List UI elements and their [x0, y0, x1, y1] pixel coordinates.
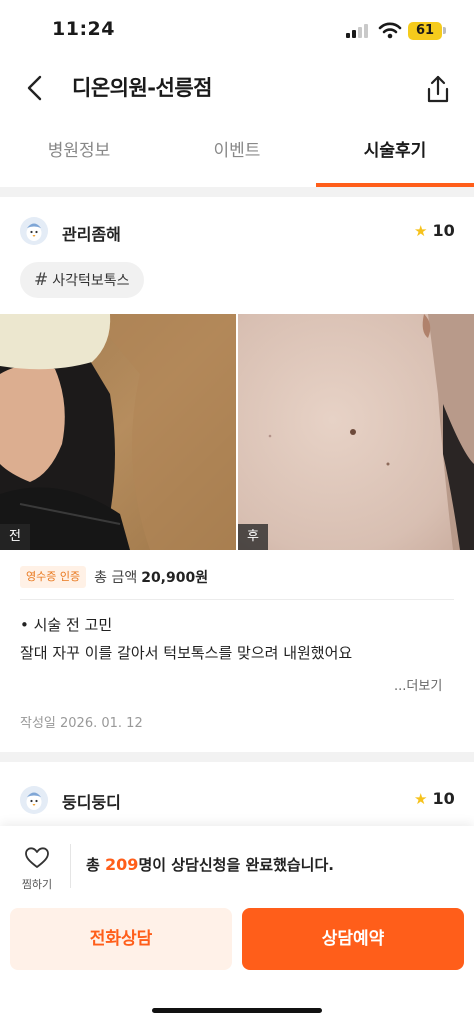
avatar — [20, 217, 48, 245]
bottom-action-bar: 찜하기 총 209명이 상담신청을 완료했습니다. 전화상담 상담예약 — [0, 826, 474, 1024]
price-label: 총 금액 — [94, 570, 138, 586]
rating-value: 10 — [432, 789, 455, 808]
review-divider — [20, 599, 454, 600]
home-indicator[interactable] — [152, 1008, 322, 1013]
star-icon: ★ — [414, 222, 428, 240]
reserve-consult-button[interactable]: 상담예약 — [242, 908, 464, 970]
status-time: 11:24 — [52, 18, 115, 40]
section-divider — [0, 187, 474, 197]
review-rating: ★ 10 — [414, 221, 455, 240]
tab-hospital-info[interactable]: 병원정보 — [0, 122, 158, 184]
more-link[interactable]: ...더보기 — [394, 675, 442, 694]
review-author[interactable]: 관리좀해 — [62, 221, 121, 245]
review-date: 작성일 2026. 01. 12 — [20, 716, 143, 731]
consult-suffix: 명이 상담신청을 완료했습니다. — [138, 856, 334, 874]
after-label: 후 — [238, 524, 268, 550]
share-icon[interactable] — [418, 70, 458, 110]
review-author[interactable]: 둥디둥디 — [62, 789, 121, 813]
star-icon: ★ — [414, 790, 428, 808]
consult-count-number: 209 — [105, 855, 139, 874]
before-label: 전 — [0, 524, 30, 550]
review-heading: • 시술 전 고민 — [20, 616, 113, 634]
battery-icon: 61 — [408, 22, 442, 40]
before-photo[interactable]: 전 — [0, 314, 236, 550]
receipt-verified-badge: 영수증 인증 — [20, 566, 87, 588]
tab-bar: 병원정보 이벤트 시술후기 — [0, 122, 474, 188]
after-photo[interactable]: 후 — [238, 314, 474, 550]
like-button[interactable]: 찜하기 — [14, 842, 60, 892]
price-value: 20,900원 — [141, 570, 209, 586]
status-bar: 11:24 61 — [0, 0, 474, 58]
battery-tip — [443, 27, 446, 34]
panel-separator — [70, 844, 71, 888]
consult-count-text: 총 209명이 상담신청을 완료했습니다. — [86, 854, 334, 875]
avatar-icon — [20, 786, 48, 814]
avatar-icon — [20, 217, 48, 245]
nav-bar: 디온의원-선릉점 — [0, 58, 474, 118]
hashtag-label: 사각턱보톡스 — [52, 273, 130, 289]
page-title: 디온의원-선릉점 — [72, 76, 212, 100]
review-rating: ★ 10 — [414, 789, 455, 808]
hash-icon: # — [34, 270, 49, 290]
rating-value: 10 — [432, 221, 455, 240]
chevron-left-icon[interactable] — [16, 68, 56, 108]
before-photo-image — [0, 314, 236, 550]
wifi-icon — [378, 22, 402, 39]
tab-reviews[interactable]: 시술후기 — [316, 122, 474, 184]
procedure-hashtag[interactable]: # 사각턱보톡스 — [20, 262, 144, 298]
consult-prefix: 총 — [86, 856, 106, 874]
receipt-info: 영수증 인증 총 금액 20,900원 — [20, 566, 208, 590]
review-separator — [0, 752, 474, 762]
tab-events[interactable]: 이벤트 — [158, 122, 316, 184]
cellular-signal-icon — [346, 24, 372, 38]
like-label: 찜하기 — [21, 878, 53, 891]
avatar — [20, 786, 48, 814]
review-body: 잘대 자꾸 이를 갈아서 턱보톡스를 맞으려 내원했어요 — [20, 644, 353, 662]
heart-icon — [25, 847, 49, 868]
after-photo-image — [238, 314, 474, 550]
phone-consult-button[interactable]: 전화상담 — [10, 908, 232, 970]
